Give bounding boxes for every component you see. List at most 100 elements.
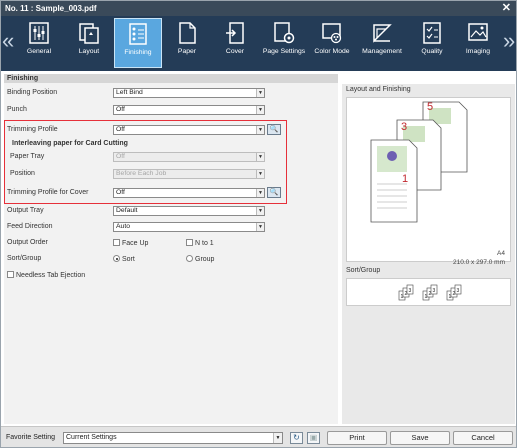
tab-management-label: Management — [362, 48, 402, 55]
finishing-icon — [129, 23, 147, 45]
feed-direction-row: Feed Direction Auto ▼ — [4, 221, 338, 233]
n-to-1-checkbox[interactable]: N to 1 — [186, 239, 214, 247]
needless-tab-checkbox[interactable]: Needless Tab Ejection — [7, 271, 85, 279]
quality-icon — [423, 22, 441, 44]
position-value: Before Each Job — [116, 170, 167, 177]
dropdown-arrow-icon: ▼ — [256, 189, 264, 197]
dropdown-arrow-icon: ▼ — [256, 207, 264, 215]
position-label: Position — [10, 170, 35, 177]
layout-icon — [79, 23, 99, 44]
sort-group-preview: 1 2 3 1 2 3 1 2 3 — [346, 278, 511, 306]
tab-general[interactable]: General — [15, 18, 63, 68]
output-tray-row: Output Tray Default ▼ — [4, 205, 338, 217]
sort-digit: 3 — [409, 288, 412, 294]
sort-digit: 1 — [401, 294, 404, 300]
bottom-bar: Favorite Setting Current Settings ▼ ↻ ▣ … — [1, 426, 516, 447]
sort-digit: 2 — [453, 291, 456, 297]
trimming-profile-value: Off — [116, 126, 125, 133]
scroll-left-icon[interactable]: « — [2, 26, 14, 56]
tab-color-mode[interactable]: Color Mode — [308, 18, 356, 68]
sort-digit: 3 — [457, 288, 460, 294]
output-tray-label: Output Tray — [7, 207, 44, 214]
tab-cover[interactable]: Cover — [211, 18, 259, 68]
trimming-profile-cover-select[interactable]: Off ▼ — [113, 188, 265, 198]
imaging-icon — [468, 23, 488, 41]
tab-page-settings[interactable]: Page Settings — [260, 18, 308, 68]
finishing-settings-panel: Finishing Binding Position Left Bind ▼ P… — [4, 74, 338, 424]
trimming-profile-cover-row: Trimming Profile for Cover Off ▼ 🔍 — [4, 187, 338, 199]
trimming-profile-select[interactable]: Off ▼ — [113, 125, 265, 135]
punch-value: Off — [116, 106, 125, 113]
tab-quality-label: Quality — [421, 48, 443, 55]
page-settings-icon — [274, 22, 295, 44]
group-radio-label: Group — [195, 256, 215, 263]
dropdown-arrow-icon: ▼ — [256, 89, 264, 97]
dropdown-arrow-icon: ▼ — [256, 170, 264, 178]
trimming-profile-preview-icon[interactable]: 🔍 — [267, 124, 281, 135]
favorite-setting-label: Favorite Setting — [6, 434, 56, 441]
category-toolbar: « General Layout Finishing Paper Cover P… — [1, 16, 516, 71]
page-number-5: 5 — [427, 101, 433, 113]
dropdown-arrow-icon: ▼ — [273, 433, 282, 443]
dropdown-arrow-icon: ▼ — [256, 153, 264, 161]
layout-finishing-title: Layout and Finishing — [346, 86, 411, 93]
page-size-dimensions: 210.0 x 297.0 mm — [452, 259, 505, 266]
paper-tray-row: Paper Tray Off ▼ — [4, 151, 338, 163]
tab-layout[interactable]: Layout — [65, 18, 113, 68]
stacked-pages-illustration: 5 3 1 — [370, 101, 468, 223]
trimming-profile-label: Trimming Profile — [7, 126, 58, 133]
tab-layout-label: Layout — [78, 48, 100, 55]
tab-quality[interactable]: Quality — [408, 18, 456, 68]
trimming-profile-cover-label: Trimming Profile for Cover — [7, 189, 89, 196]
window-title: No. 11 : Sample_003.pdf — [5, 4, 97, 13]
position-select: Before Each Job ▼ — [113, 169, 265, 179]
trimming-cover-preview-icon[interactable]: 🔍 — [267, 187, 281, 198]
dropdown-arrow-icon: ▼ — [256, 223, 264, 231]
sort-digit: 1 — [425, 294, 428, 300]
feed-direction-select[interactable]: Auto ▼ — [113, 222, 265, 232]
page-size-name: A4 — [497, 250, 505, 257]
paper-tray-value: Off — [116, 153, 125, 160]
face-up-checkbox[interactable]: Face Up — [113, 239, 148, 247]
tab-paper-label: Paper — [177, 48, 197, 55]
favorite-setting-select[interactable]: Current Settings ▼ — [63, 432, 283, 444]
output-tray-select[interactable]: Default ▼ — [113, 206, 265, 216]
scroll-right-icon[interactable]: » — [503, 26, 515, 56]
tab-finishing[interactable]: Finishing — [114, 18, 162, 68]
group-radio[interactable]: Group — [186, 255, 214, 263]
punch-row: Punch Off ▼ — [4, 104, 338, 116]
tab-imaging[interactable]: Imaging — [454, 18, 502, 68]
sort-stacks-illustration: 1 2 3 1 2 3 1 2 3 — [398, 284, 462, 301]
color-mode-icon — [322, 23, 342, 44]
favorite-setting-value: Current Settings — [66, 434, 117, 441]
section-title: Finishing — [4, 74, 338, 83]
tab-management[interactable]: Management — [358, 18, 406, 68]
sort-digit: 1 — [449, 294, 452, 300]
feed-direction-label: Feed Direction — [7, 223, 53, 230]
print-button[interactable]: Print — [327, 431, 387, 445]
feed-direction-value: Auto — [116, 223, 130, 230]
tab-color-mode-label: Color Mode — [314, 48, 350, 55]
sort-digit: 2 — [429, 291, 432, 297]
trimming-profile-cover-value: Off — [116, 189, 125, 196]
punch-select[interactable]: Off ▼ — [113, 105, 265, 115]
tab-finishing-label: Finishing — [124, 49, 152, 56]
paper-tray-select: Off ▼ — [113, 152, 265, 162]
binding-position-row: Binding Position Left Bind ▼ — [4, 87, 338, 99]
dropdown-arrow-icon: ▼ — [256, 126, 264, 134]
save-button[interactable]: Save — [390, 431, 450, 445]
sort-digit: 2 — [405, 291, 408, 297]
punch-label: Punch — [7, 106, 27, 113]
binding-position-label: Binding Position — [7, 89, 58, 96]
tab-imaging-label: Imaging — [465, 48, 491, 55]
sort-radio[interactable]: Sort — [113, 255, 135, 263]
cancel-button[interactable]: Cancel — [453, 431, 513, 445]
close-icon[interactable]: ✕ — [502, 1, 511, 16]
tab-general-label: General — [26, 48, 52, 55]
refresh-icon[interactable]: ↻ — [290, 432, 303, 444]
binding-position-select[interactable]: Left Bind ▼ — [113, 88, 265, 98]
sort-radio-label: Sort — [122, 256, 135, 263]
dropdown-arrow-icon: ▼ — [256, 106, 264, 114]
tab-paper[interactable]: Paper — [163, 18, 211, 68]
face-up-label: Face Up — [122, 240, 149, 247]
